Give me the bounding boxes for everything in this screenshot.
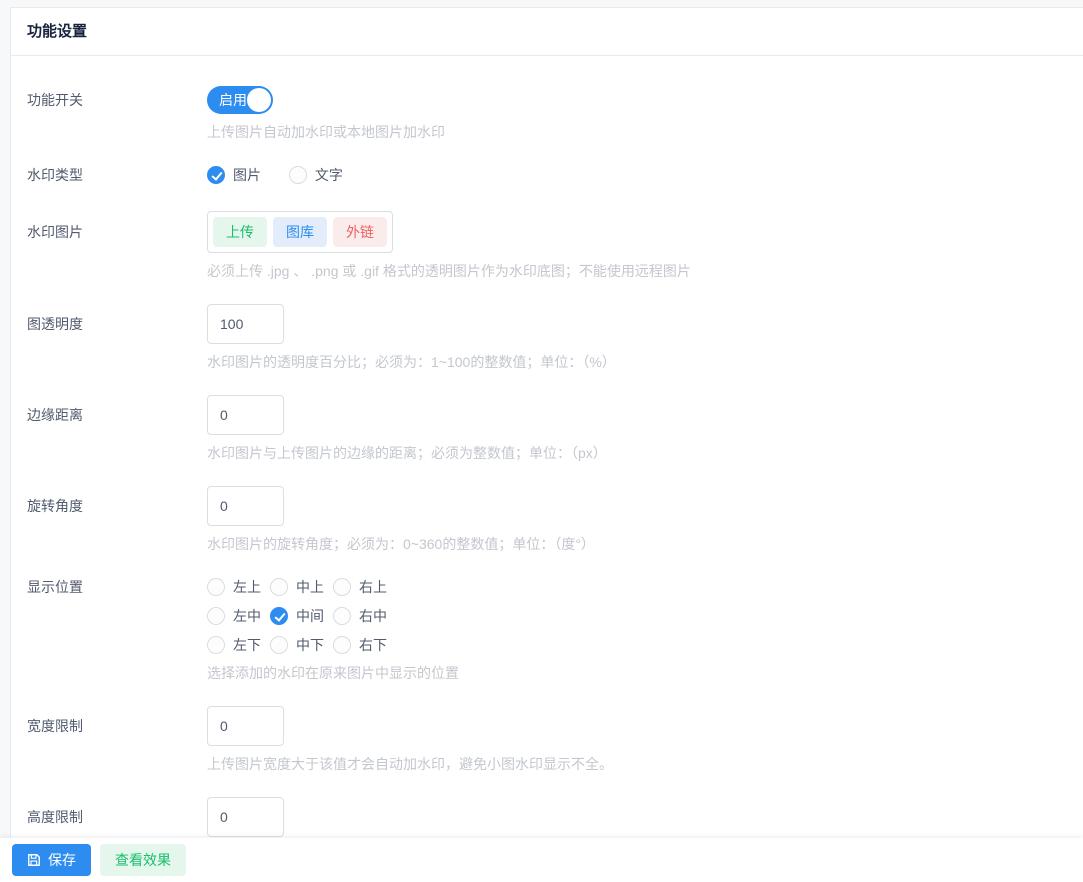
watermark-image-button-group: 上传 图库 外链 [207, 211, 393, 253]
upload-button[interactable]: 上传 [213, 217, 267, 247]
radio-checked-icon [270, 607, 288, 625]
position-help: 选择添加的水印在原来图片中显示的位置 [207, 665, 459, 681]
opacity-help: 水印图片的透明度百分比；必须为：1~100的整数值；单位：（%） [207, 354, 616, 370]
radio-type-text-label: 文字 [314, 167, 343, 183]
radio-position-middle-right[interactable]: 右中 [333, 606, 396, 626]
settings-card: 功能设置 功能开关 启用 上传图片自动加水印或本地图片加水印 水印类型 图片 文… [10, 7, 1083, 882]
watermark-image-label: 水印图片 [27, 224, 83, 240]
radio-type-image[interactable]: 图片 [207, 165, 261, 185]
rotation-label: 旋转角度 [27, 498, 83, 514]
footer-action-bar: 保存 查看效果 [0, 838, 1083, 882]
watermark-image-help: 必须上传 .jpg 、 .png 或 .gif 格式的透明图片作为水印底图；不能… [207, 263, 691, 279]
gallery-button[interactable]: 图库 [273, 217, 327, 247]
width-limit-label: 宽度限制 [27, 718, 83, 734]
row-function-switch: 功能开关 启用 上传图片自动加水印或本地图片加水印 [11, 86, 1083, 141]
preview-effect-button[interactable]: 查看效果 [100, 844, 186, 876]
radio-unchecked-icon [270, 578, 288, 596]
row-edge-margin: 边缘距离 水印图片与上传图片的边缘的距离；必须为整数值；单位：（px） [11, 395, 1083, 462]
watermark-type-label: 水印类型 [27, 167, 83, 183]
radio-unchecked-icon [333, 578, 351, 596]
radio-checked-icon [207, 166, 225, 184]
toggle-knob-icon [247, 88, 271, 112]
rotation-help: 水印图片的旋转角度；必须为：0~360的整数值；单位：（度°） [207, 536, 595, 552]
edge-margin-help: 水印图片与上传图片的边缘的距离；必须为整数值；单位：（px） [207, 445, 607, 461]
height-limit-label: 高度限制 [27, 809, 83, 825]
radio-position-middle-left[interactable]: 左中 [207, 606, 270, 626]
row-height-limit: 高度限制 [11, 797, 1083, 837]
opacity-input[interactable] [207, 304, 284, 344]
save-button[interactable]: 保存 [12, 844, 91, 876]
radio-position-center[interactable]: 中间 [270, 606, 333, 626]
radio-position-bottom-right[interactable]: 右下 [333, 635, 396, 655]
settings-form: 功能开关 启用 上传图片自动加水印或本地图片加水印 水印类型 图片 文字 水印图… [11, 56, 1083, 837]
radio-position-top-left[interactable]: 左上 [207, 577, 270, 597]
height-limit-input[interactable] [207, 797, 284, 837]
width-limit-help: 上传图片宽度大于该值才会自动加水印，避免小图水印显示不全。 [207, 756, 613, 772]
row-rotation: 旋转角度 水印图片的旋转角度；必须为：0~360的整数值；单位：（度°） [11, 486, 1083, 553]
radio-type-text[interactable]: 文字 [288, 165, 343, 185]
function-switch-help: 上传图片自动加水印或本地图片加水印 [207, 124, 445, 140]
radio-unchecked-icon [207, 578, 225, 596]
function-switch-label: 功能开关 [27, 92, 83, 108]
toggle-state-label: 启用 [219, 92, 247, 108]
opacity-label: 图透明度 [27, 316, 83, 332]
radio-unchecked-icon [207, 636, 225, 654]
radio-unchecked-icon [288, 166, 307, 184]
radio-type-image-label: 图片 [233, 167, 261, 183]
row-position: 显示位置 左上 中上 右上 左中 中间 右中 左下 中下 右下 选择添加的水印在… [11, 577, 1083, 682]
edge-margin-label: 边缘距离 [27, 407, 83, 423]
row-width-limit: 宽度限制 上传图片宽度大于该值才会自动加水印，避免小图水印显示不全。 [11, 706, 1083, 773]
radio-unchecked-icon [333, 607, 351, 625]
width-limit-input[interactable] [207, 706, 284, 746]
position-row-bottom: 左下 中下 右下 [207, 635, 1083, 655]
rotation-input[interactable] [207, 486, 284, 526]
row-watermark-type: 水印类型 图片 文字 [11, 165, 1083, 187]
position-row-middle: 左中 中间 右中 [207, 606, 1083, 626]
radio-unchecked-icon [333, 636, 351, 654]
edge-margin-input[interactable] [207, 395, 284, 435]
row-watermark-image: 水印图片 上传 图库 外链 必须上传 .jpg 、 .png 或 .gif 格式… [11, 211, 1083, 280]
row-opacity: 图透明度 水印图片的透明度百分比；必须为：1~100的整数值；单位：（%） [11, 304, 1083, 371]
radio-unchecked-icon [270, 636, 288, 654]
position-label: 显示位置 [27, 579, 83, 595]
radio-unchecked-icon [207, 607, 225, 625]
radio-position-bottom-center[interactable]: 中下 [270, 635, 333, 655]
page-title: 功能设置 [11, 8, 1083, 56]
save-button-label: 保存 [48, 852, 76, 868]
radio-position-bottom-left[interactable]: 左下 [207, 635, 270, 655]
radio-position-top-right[interactable]: 右上 [333, 577, 396, 597]
save-icon [27, 853, 41, 867]
radio-position-top-center[interactable]: 中上 [270, 577, 333, 597]
external-link-button[interactable]: 外链 [333, 217, 387, 247]
enable-toggle[interactable]: 启用 [207, 86, 273, 114]
position-row-top: 左上 中上 右上 [207, 577, 1083, 597]
